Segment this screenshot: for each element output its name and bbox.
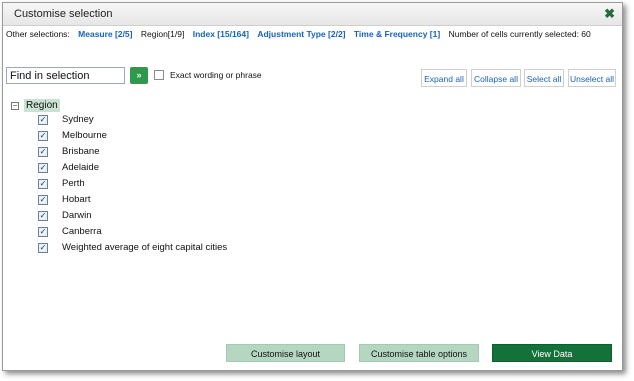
tree-item-label: Weighted average of eight capital cities xyxy=(62,242,228,253)
dialog-title: Customise selection xyxy=(14,8,113,20)
checkbox-brisbane[interactable]: ✓ xyxy=(38,147,48,157)
tree-item-label: Adelaide xyxy=(62,162,99,173)
close-icon[interactable]: ✖ xyxy=(604,6,615,22)
tree-item-label: Perth xyxy=(62,178,85,189)
time-frequency-link[interactable]: Time & Frequency [1] xyxy=(354,29,440,39)
region-root-label[interactable]: Region xyxy=(24,99,60,112)
tree-item-label: Canberra xyxy=(62,226,102,237)
tree-item-label: Melbourne xyxy=(62,130,107,141)
tree-item-label: Hobart xyxy=(62,194,91,205)
dialog-titlebar: Customise selection ✖ xyxy=(3,3,622,26)
checkbox-perth[interactable]: ✓ xyxy=(38,179,48,189)
tree-item-label: Sydney xyxy=(62,114,94,125)
customise-table-options-button[interactable]: Customise table options xyxy=(359,344,479,362)
cells-selected-count: Number of cells currently selected: 60 xyxy=(448,29,591,39)
exact-wording-label: Exact wording or phrase xyxy=(170,70,262,80)
checkbox-weighted-average[interactable]: ✓ xyxy=(38,243,48,253)
collapse-all-button[interactable]: Collapse all xyxy=(471,69,521,87)
tree-item-label: Darwin xyxy=(62,210,92,221)
exact-wording-checkbox[interactable] xyxy=(154,70,164,80)
checkbox-adelaide[interactable]: ✓ xyxy=(38,163,48,173)
select-all-button[interactable]: Select all xyxy=(524,69,564,87)
collapse-toggle-icon[interactable]: − xyxy=(11,102,19,110)
checkbox-darwin[interactable]: ✓ xyxy=(38,211,48,221)
view-data-button[interactable]: View Data xyxy=(492,344,612,362)
other-selections-label: Other selections: xyxy=(6,29,70,39)
tree-item-label: Brisbane xyxy=(62,146,100,157)
index-link[interactable]: Index [15/164] xyxy=(193,29,249,39)
customise-selection-dialog: Customise selection ✖ Other selections: … xyxy=(2,2,623,371)
checkbox-hobart[interactable]: ✓ xyxy=(38,195,48,205)
region-selection-text: Region[1/9] xyxy=(140,29,185,39)
customise-layout-button[interactable]: Customise layout xyxy=(226,344,345,362)
measure-link[interactable]: Measure [2/5] xyxy=(78,29,132,39)
other-selections-bar: Other selections: Measure [2/5] Region[1… xyxy=(6,29,591,39)
search-go-button[interactable]: » xyxy=(130,67,148,84)
find-in-selection-input[interactable] xyxy=(6,67,125,84)
unselect-all-button[interactable]: Unselect all xyxy=(568,69,616,87)
checkbox-canberra[interactable]: ✓ xyxy=(38,227,48,237)
checkbox-sydney[interactable]: ✓ xyxy=(38,115,48,125)
checkbox-melbourne[interactable]: ✓ xyxy=(38,131,48,141)
adjustment-type-link[interactable]: Adjustment Type [2/2] xyxy=(257,29,345,39)
expand-all-button[interactable]: Expand all xyxy=(421,69,467,87)
